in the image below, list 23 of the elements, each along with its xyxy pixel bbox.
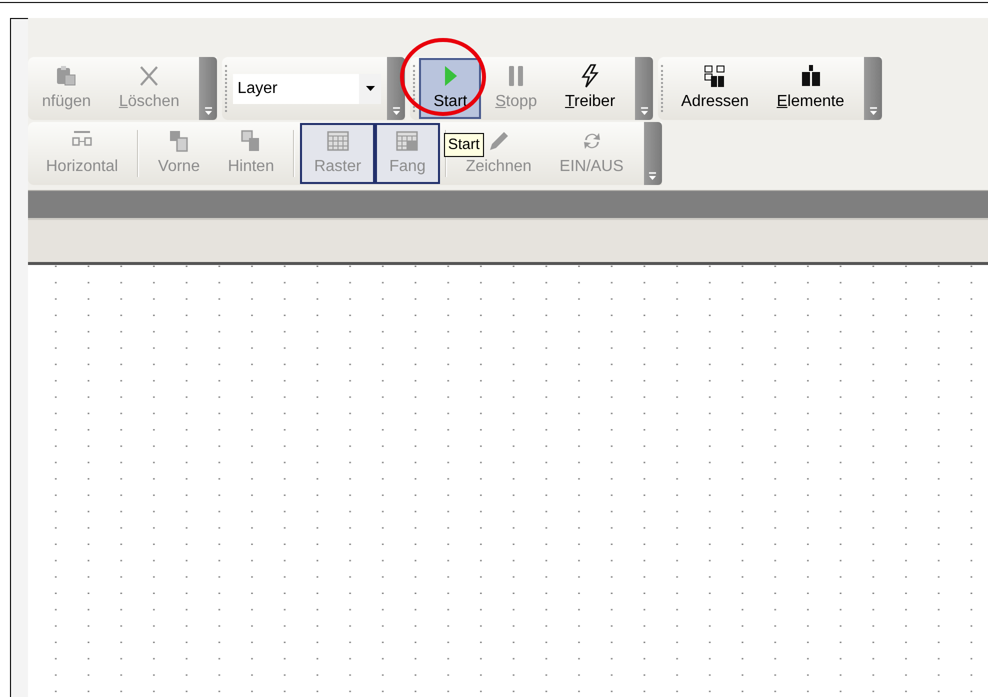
snap-grid-icon [395, 128, 420, 152]
toolbar-grip[interactable] [225, 65, 228, 112]
toolbar-grip[interactable] [661, 65, 664, 112]
tooltip: Start [444, 133, 484, 157]
toolbar-button[interactable]: Treiber [551, 58, 630, 119]
toolbar-grip[interactable] [413, 65, 416, 112]
chevron-down-icon [640, 107, 649, 116]
chevron-down-icon [648, 172, 658, 181]
toolbar-handle[interactable] [864, 57, 882, 120]
chevron-down-icon [204, 107, 213, 116]
grid-icon [326, 128, 350, 152]
toolbar-button[interactable]: Adressen [667, 58, 763, 119]
toolbar-button[interactable]: Start [419, 58, 482, 119]
clipboard-icon [54, 64, 78, 88]
toolbar-handle[interactable] [387, 57, 406, 120]
dropdown-arrow-icon [366, 86, 375, 91]
toolbar-button[interactable]: Elemente [762, 58, 858, 119]
layer-dropdown[interactable]: Layer [233, 74, 382, 104]
toolbar-handle[interactable] [635, 57, 654, 120]
toolbar-handle[interactable] [644, 122, 662, 185]
chevron-down-icon [868, 107, 878, 116]
toolbar-handle[interactable] [199, 57, 218, 120]
chevron-down-icon [392, 107, 401, 116]
